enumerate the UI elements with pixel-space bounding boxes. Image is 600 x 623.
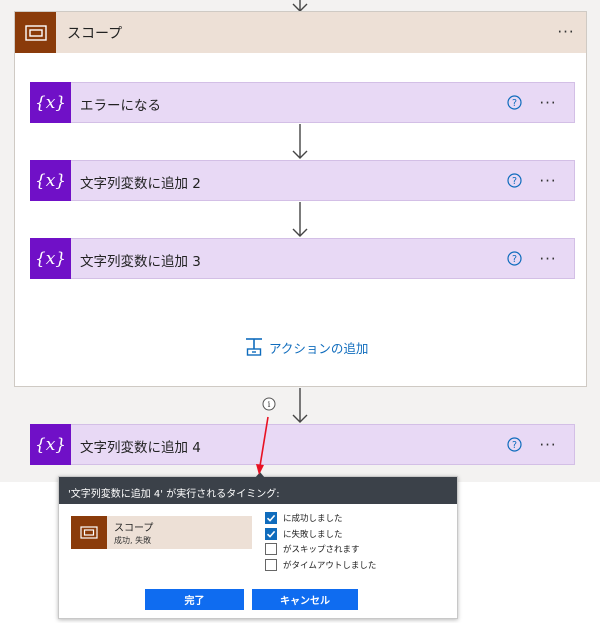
variable-icon: {x} [30, 82, 71, 123]
connector-arrow [292, 388, 308, 423]
help-icon[interactable]: ? [507, 437, 522, 452]
variable-icon: {x} [30, 424, 71, 465]
add-action-icon [246, 338, 262, 356]
popup-title: '文字列変数に追加 4' が実行されるタイミング: [59, 477, 457, 504]
connector-arrow [292, 124, 308, 159]
more-options-icon[interactable]: ··· [534, 92, 562, 114]
scope-icon [71, 516, 107, 549]
variable-icon: {x} [30, 160, 71, 201]
run-after-popup: '文字列変数に追加 4' が実行されるタイミング: スコープ 成功, 失敗 に成… [58, 472, 458, 619]
svg-text:?: ? [512, 440, 517, 451]
info-icon[interactable]: i [262, 397, 276, 411]
option-succeeded[interactable]: に成功しました [265, 512, 343, 524]
action-card-append-4[interactable]: {x} 文字列変数に追加 4 ? ··· [30, 424, 575, 465]
help-icon[interactable]: ? [507, 173, 522, 188]
option-label: に成功しました [283, 514, 343, 524]
add-action-label: アクションの追加 [269, 340, 369, 356]
action-label: エラーになる [80, 98, 161, 114]
run-card-title: スコープ [114, 523, 154, 534]
checkbox-checked[interactable] [265, 512, 277, 524]
help-icon[interactable]: ? [507, 251, 522, 266]
svg-text:?: ? [512, 98, 517, 109]
add-action-link[interactable]: アクションの追加 [245, 337, 368, 357]
svg-text:?: ? [512, 176, 517, 187]
scope-title: スコープ [67, 26, 123, 42]
action-label: 文字列変数に追加 4 [80, 440, 201, 456]
run-after-scope-card: スコープ 成功, 失敗 [71, 516, 252, 549]
option-label: がスキップされます [283, 545, 360, 555]
action-card-append-2[interactable]: {x} 文字列変数に追加 2 ? ··· [30, 160, 575, 201]
variable-icon: {x} [30, 238, 71, 279]
checkbox-checked[interactable] [265, 528, 277, 540]
option-label: に失敗しました [283, 530, 343, 540]
action-card-append-3[interactable]: {x} 文字列変数に追加 3 ? ··· [30, 238, 575, 279]
more-options-icon[interactable]: ··· [534, 170, 562, 192]
option-timed-out[interactable]: がタイムアウトしました [265, 559, 376, 571]
run-card-subtitle: 成功, 失敗 [114, 536, 152, 545]
svg-text:i: i [268, 400, 271, 410]
done-button[interactable]: 完了 [145, 589, 244, 610]
checkbox-unchecked[interactable] [265, 559, 277, 571]
scope-header[interactable]: スコープ ··· [15, 12, 586, 53]
action-label: 文字列変数に追加 2 [80, 176, 201, 192]
help-icon[interactable]: ? [507, 95, 522, 110]
action-label: 文字列変数に追加 3 [80, 254, 201, 270]
more-options-icon[interactable]: ··· [534, 434, 562, 456]
more-options-icon[interactable]: ··· [534, 248, 562, 270]
action-card-error[interactable]: {x} エラーになる ? ··· [30, 82, 575, 123]
option-skipped[interactable]: がスキップされます [265, 543, 360, 555]
svg-text:?: ? [512, 254, 517, 265]
option-label: がタイムアウトしました [283, 561, 377, 571]
scope-more-options-icon[interactable]: ··· [552, 21, 580, 43]
cancel-button[interactable]: キャンセル [252, 589, 358, 610]
option-failed[interactable]: に失敗しました [265, 528, 343, 540]
popup-notch [255, 472, 265, 478]
scope-icon [15, 12, 56, 53]
connector-arrow [292, 202, 308, 237]
checkbox-unchecked[interactable] [265, 543, 277, 555]
